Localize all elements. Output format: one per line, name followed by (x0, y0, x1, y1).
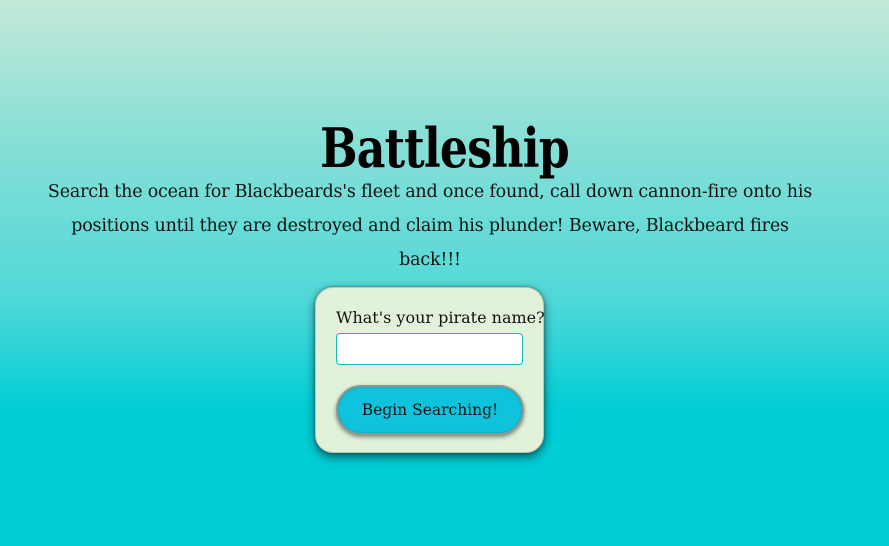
pirate-name-label: What's your pirate name? (336, 308, 545, 327)
page-title: Battleship (320, 116, 570, 181)
pirate-name-input[interactable] (336, 333, 523, 365)
intro-text: Search the ocean for Blackbeards's fleet… (47, 181, 813, 270)
pirate-name-form: What's your pirate name? Begin Searching… (315, 287, 545, 453)
begin-searching-button[interactable]: Begin Searching! (336, 385, 524, 435)
